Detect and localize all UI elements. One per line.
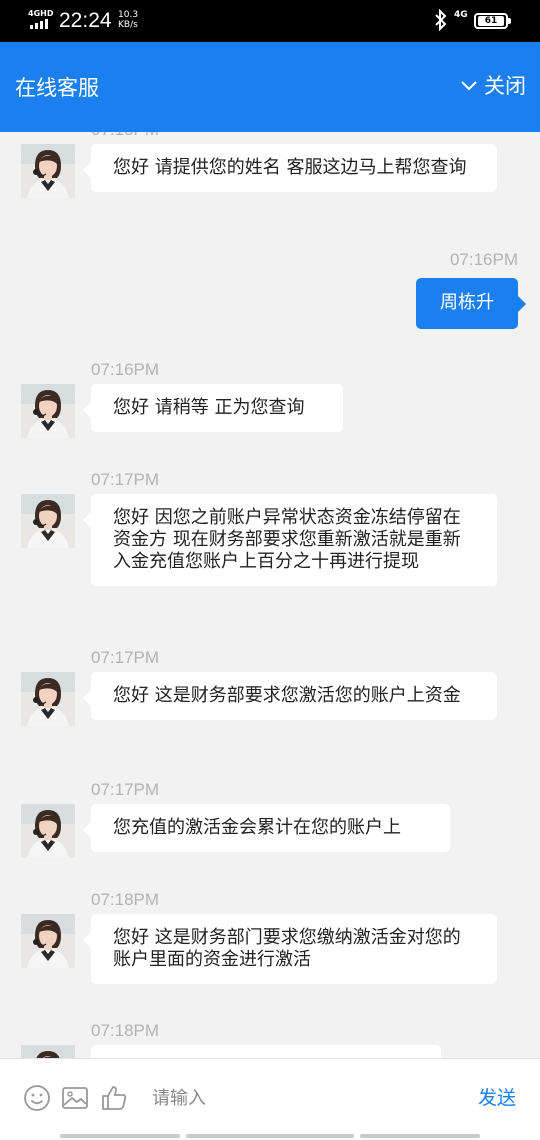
page-title: 在线客服: [15, 76, 99, 100]
message-bubble: 您好 请稍等 正为您查询: [83, 384, 343, 432]
signal-bars-icon: [30, 19, 52, 29]
message-time: 07:16PM: [91, 360, 160, 379]
close-label: 关闭: [484, 74, 526, 98]
chat-history[interactable]: 07:15PM 您好 请提供您的姓名 客服这边马上帮您查询 07:16PM 周栋…: [0, 132, 540, 1058]
clock: 22:24: [59, 9, 112, 32]
thumbs-up-icon[interactable]: [99, 1083, 129, 1113]
agent-photo-icon: [21, 494, 75, 548]
nav-bar-indicator: [186, 1134, 354, 1138]
agent-photo-icon: [21, 1045, 75, 1058]
battery-level: 61: [478, 16, 504, 26]
message-bubble: 您好 因您之前账户异常状态资金冻结停留在资金方 现在财务部要求您重新激活就是重新…: [83, 494, 497, 586]
input-bar: 发送: [0, 1058, 540, 1140]
avatar: [21, 494, 75, 548]
emoji-icon[interactable]: [22, 1083, 52, 1113]
message-bubble: 您好 请提供您的姓名 客服这边马上帮您查询: [83, 144, 497, 192]
message-time: 07:16PM: [449, 250, 518, 269]
nav-bar-indicator: [60, 1134, 180, 1138]
avatar: [21, 384, 75, 438]
signal-label: 4GHD: [28, 9, 54, 18]
avatar: [21, 804, 75, 858]
nav-bar-indicator: [360, 1134, 480, 1138]
agent-photo-icon: [21, 804, 75, 858]
message-time: 07:17PM: [91, 470, 160, 489]
message-bubble: [91, 1045, 441, 1058]
message-time: 07:15PM: [91, 132, 159, 140]
close-button[interactable]: 关闭: [460, 70, 526, 100]
status-bar: 4GHD 22:24 10.3 KB/s 4G 61: [0, 0, 540, 42]
image-icon[interactable]: [60, 1083, 90, 1113]
network-speed-unit: KB/s: [118, 20, 138, 30]
message-time: 07:17PM: [91, 648, 160, 667]
avatar: [21, 1045, 75, 1058]
bluetooth-icon: [434, 8, 448, 36]
message-bubble: 周栋升: [416, 278, 526, 329]
agent-photo-icon: [21, 144, 75, 198]
message-bubble: 您充值的激活金会累计在您的账户上: [83, 804, 450, 852]
avatar: [21, 144, 75, 198]
avatar: [21, 672, 75, 726]
network-type: 4G: [454, 10, 468, 20]
message-input[interactable]: [152, 1083, 432, 1113]
network-speed-value: 10.3: [118, 10, 139, 20]
agent-photo-icon: [21, 914, 75, 968]
message-time: 07:17PM: [91, 780, 160, 799]
battery-icon: 61: [474, 13, 511, 29]
agent-photo-icon: [21, 384, 75, 438]
chevron-down-icon: [461, 81, 477, 91]
message-time: 07:18PM: [91, 1021, 160, 1040]
network-speed: 10.3 KB/s: [118, 10, 138, 30]
agent-photo-icon: [21, 672, 75, 726]
avatar: [21, 914, 75, 968]
message-bubble: 您好 这是财务部要求您激活您的账户上资金: [83, 672, 497, 720]
send-button[interactable]: 发送: [478, 1083, 516, 1110]
message-time: 07:18PM: [91, 890, 160, 909]
message-bubble: 您好 这是财务部门要求您缴纳激活金对您的账户里面的资金进行激活: [83, 914, 497, 984]
chat-header: 在线客服 关闭: [0, 42, 540, 132]
